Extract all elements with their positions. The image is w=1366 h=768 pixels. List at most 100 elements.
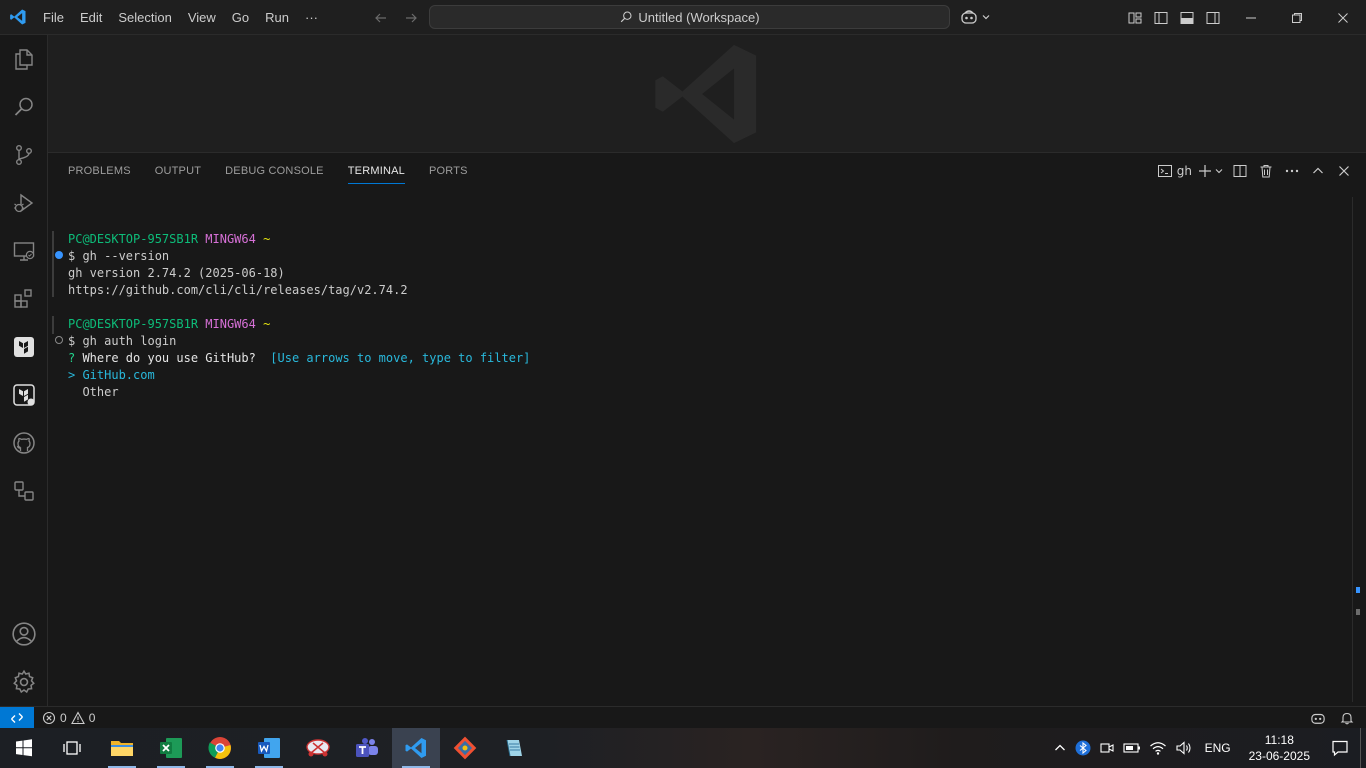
command-line: $ gh --version xyxy=(68,249,170,263)
source-control-icon[interactable] xyxy=(0,131,48,179)
chevron-up-icon[interactable] xyxy=(1049,728,1071,768)
remote-icon xyxy=(11,712,23,723)
menu-edit[interactable]: Edit xyxy=(72,0,110,35)
tab-output[interactable]: OUTPUT xyxy=(143,153,213,189)
menu-go[interactable]: Go xyxy=(224,0,257,35)
tab-ports[interactable]: PORTS xyxy=(417,153,480,189)
volume-icon[interactable] xyxy=(1171,728,1197,768)
clock-time: 11:18 xyxy=(1264,733,1294,747)
command-line: $ gh auth login xyxy=(68,334,177,348)
bell-icon[interactable] xyxy=(1340,711,1354,725)
tab-terminal[interactable]: TERMINAL xyxy=(336,153,417,189)
teams-icon[interactable] xyxy=(343,728,391,768)
tab-problems[interactable]: PROBLEMS xyxy=(56,153,143,189)
file-explorer-icon[interactable] xyxy=(98,728,146,768)
menu-file[interactable]: File xyxy=(35,0,72,35)
close-panel-button[interactable] xyxy=(1334,160,1354,182)
chevron-down-icon xyxy=(1215,169,1223,174)
vscode-watermark-icon xyxy=(655,44,757,143)
terminal-name: gh xyxy=(1176,164,1192,178)
split-icon xyxy=(1233,165,1247,177)
copilot-icon[interactable] xyxy=(1310,711,1326,725)
menu-more[interactable]: ··· xyxy=(297,0,326,35)
accounts-icon[interactable] xyxy=(0,610,48,658)
new-terminal-button[interactable] xyxy=(1198,160,1224,182)
word-icon[interactable] xyxy=(245,728,293,768)
problems-indicator[interactable]: 0 0 xyxy=(34,711,95,725)
option-selected[interactable]: > GitHub.com xyxy=(68,367,155,384)
show-desktop-button[interactable] xyxy=(1360,728,1366,768)
git-gui-icon[interactable] xyxy=(441,728,489,768)
prompt-user: PC@DESKTOP-957SB1R xyxy=(68,317,199,331)
explorer-icon[interactable] xyxy=(0,35,48,83)
toggle-secondary-sidebar-icon[interactable] xyxy=(1203,8,1223,28)
navigation-arrows xyxy=(370,0,422,35)
tab-debug-console[interactable]: DEBUG CONSOLE xyxy=(213,153,336,189)
warning-icon xyxy=(70,710,85,724)
github-icon[interactable] xyxy=(0,419,48,467)
settings-gear-icon[interactable] xyxy=(0,658,48,706)
copilot-button[interactable] xyxy=(960,6,991,28)
menu-view[interactable]: View xyxy=(180,0,224,35)
remote-indicator[interactable] xyxy=(0,706,34,729)
search-icon[interactable] xyxy=(0,83,48,131)
toggle-primary-sidebar-icon[interactable] xyxy=(1151,8,1171,28)
status-bar: 0 0 xyxy=(0,706,1366,729)
prompt-user: PC@DESKTOP-957SB1R xyxy=(68,232,199,246)
close-icon[interactable] xyxy=(1320,0,1366,35)
layout-controls xyxy=(1125,0,1223,35)
language-indicator[interactable]: ENG xyxy=(1197,728,1239,768)
bottom-panel: PROBLEMS OUTPUT DEBUG CONSOLE TERMINAL P… xyxy=(48,153,1366,706)
forward-arrow-icon[interactable] xyxy=(400,7,422,29)
notepad-icon[interactable] xyxy=(490,728,538,768)
back-arrow-icon[interactable] xyxy=(370,7,392,29)
terraform-icon[interactable] xyxy=(0,323,48,371)
camera-icon[interactable] xyxy=(1095,728,1119,768)
prompt-dir: ~ xyxy=(263,317,271,331)
option-other[interactable]: Other xyxy=(68,384,118,401)
snipping-tool-icon[interactable] xyxy=(294,728,342,768)
chevron-down-icon xyxy=(982,15,990,20)
menu-selection[interactable]: Selection xyxy=(110,0,179,35)
windows-start-icon[interactable] xyxy=(0,728,48,768)
bluetooth-icon[interactable] xyxy=(1071,728,1095,768)
command-running-dot[interactable] xyxy=(55,336,63,344)
prompt-line: PC@DESKTOP-957SB1R MINGW64 ~ xyxy=(68,231,270,248)
clock[interactable]: 11:18 23-06-2025 xyxy=(1239,732,1320,764)
excel-icon[interactable] xyxy=(147,728,195,768)
scroll-marker xyxy=(1356,609,1360,615)
restore-icon[interactable] xyxy=(1274,0,1320,35)
terminal-scrollbar[interactable] xyxy=(1352,197,1366,702)
run-debug-icon[interactable] xyxy=(0,179,48,227)
status-bar-right xyxy=(1310,707,1366,729)
toggle-panel-icon[interactable] xyxy=(1177,8,1197,28)
chrome-icon[interactable] xyxy=(196,728,244,768)
maximize-panel-button[interactable] xyxy=(1308,160,1328,182)
split-terminal-button[interactable] xyxy=(1230,160,1250,182)
command-center-search[interactable]: Untitled (Workspace) xyxy=(429,5,950,29)
minimize-icon[interactable] xyxy=(1228,0,1274,35)
chevron-up-icon xyxy=(1313,167,1323,174)
ellipsis-icon xyxy=(1285,169,1299,173)
customize-layout-icon[interactable] xyxy=(1125,8,1145,28)
command-success-dot[interactable] xyxy=(55,251,63,259)
remote-explorer-icon[interactable] xyxy=(0,227,48,275)
question-hint: [Use arrows to move, type to filter] xyxy=(255,351,531,365)
wifi-icon[interactable] xyxy=(1145,728,1171,768)
terraform-cloud-icon[interactable] xyxy=(0,371,48,419)
extensions-icon[interactable] xyxy=(0,275,48,323)
menu-run[interactable]: Run xyxy=(257,0,297,35)
terminal-output[interactable]: PC@DESKTOP-957SB1R MINGW64 ~ $ gh --vers… xyxy=(48,197,1353,697)
vscode-taskbar-icon[interactable] xyxy=(392,728,440,768)
system-tray: ENG 11:18 23-06-2025 xyxy=(1049,728,1366,768)
more-actions-button[interactable] xyxy=(1282,160,1302,182)
terminal-selector[interactable]: gh xyxy=(1157,160,1192,182)
window-controls xyxy=(1228,0,1366,35)
copilot-icon xyxy=(961,10,977,24)
remote-connections-icon[interactable] xyxy=(0,467,48,515)
battery-icon[interactable] xyxy=(1119,728,1145,768)
task-view-icon[interactable] xyxy=(48,728,96,768)
notification-icon[interactable] xyxy=(1320,728,1360,768)
prompt-env: MINGW64 xyxy=(205,317,256,331)
kill-terminal-button[interactable] xyxy=(1256,160,1276,182)
